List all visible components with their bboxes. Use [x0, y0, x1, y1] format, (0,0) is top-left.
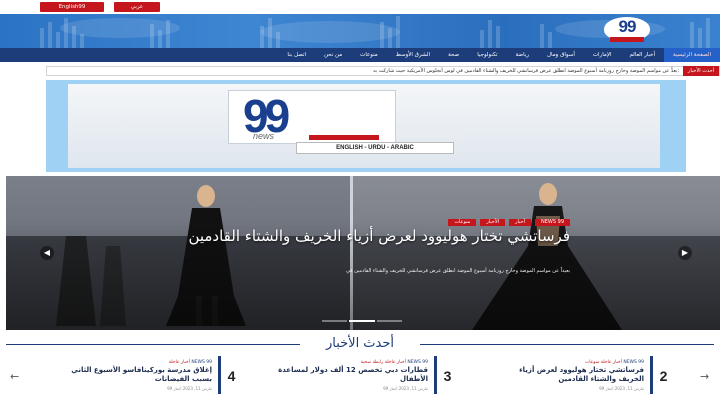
section-title: أحدث الأخبار	[300, 334, 420, 354]
nav-item-markets[interactable]: أسواق ومال	[538, 48, 584, 62]
hero-category-badge[interactable]: منوعات	[448, 219, 477, 226]
ticker-text[interactable]: يعدُّ عن مواسم الموضة وحارج روزنامة أسبو…	[373, 67, 679, 75]
news-card-number: 2	[650, 356, 674, 394]
ticker-label: أحدث الأخبار	[683, 66, 719, 76]
news-card-number: 4	[218, 356, 242, 394]
nav-item-emirates[interactable]: الإمارات	[584, 48, 621, 62]
hero-overlay	[6, 176, 720, 330]
nav-item-home[interactable]: الصفحة الرئيسية	[664, 48, 720, 62]
news-card-number: 3	[434, 356, 458, 394]
site-logo[interactable]: 99	[604, 17, 650, 45]
carousel-prev-icon[interactable]: ←	[10, 370, 19, 383]
nav-item-world-news[interactable]: أخبار العالم	[621, 48, 665, 62]
ad-logo-card: 99 news	[228, 90, 396, 144]
hero-category-badge[interactable]: الأخبار	[480, 219, 506, 226]
nav-item-sports[interactable]: رياضة	[507, 48, 538, 62]
logo-text: 99	[618, 17, 637, 36]
news-card-date: مارس 11, 2023 أخبار 99	[167, 386, 212, 391]
news-card-source: NEWS 99	[191, 360, 212, 365]
news-card-categories: أخبار عاجلة	[168, 360, 190, 365]
hero-category-badge[interactable]: أخبار	[509, 219, 532, 226]
news-ticker: أحدث الأخبار يعدُّ عن مواسم الموضة وحارج…	[46, 66, 720, 76]
news-card-date: مارس 11, 2023 أخبار 99	[599, 386, 644, 391]
news-card-source: NEWS 99	[407, 360, 428, 365]
news-card-categories: أخبار عاجلة منوعات	[584, 360, 622, 365]
ad-panel: 99 news ENGLISH - URDU - ARABIC	[68, 84, 660, 168]
hero-title[interactable]: فرساتشي تختار هوليوود لعرض أزياء الخريف …	[170, 228, 570, 245]
ad-logo-sub: news	[253, 131, 275, 141]
news-card-categories: أخبار عاجلة رابطة صحية	[360, 360, 406, 365]
ad-languages: ENGLISH - URDU - ARABIC	[296, 142, 454, 154]
hero-category-badge[interactable]: NEWS 99	[535, 219, 570, 226]
nav-item-health[interactable]: صحة	[439, 48, 468, 62]
news-card-title[interactable]: قطارات دبي تخصص 12 ألف دولار لمساعدة الأ…	[278, 366, 428, 384]
top-strip: English99 عربي	[0, 0, 720, 14]
ad-banner[interactable]: 99 news ENGLISH - URDU - ARABIC	[46, 80, 686, 172]
hero-slider[interactable]: NEWS 99 أخبار الأخبار منوعات فرساتشي تخت…	[6, 176, 720, 330]
main-nav: الصفحة الرئيسية أخبار العالم الإمارات أس…	[0, 48, 720, 62]
english-site-button[interactable]: English99	[40, 2, 104, 12]
slider-dot[interactable]	[322, 320, 348, 322]
latest-news-header: أحدث الأخبار	[0, 334, 720, 354]
news-card-date: مارس 11, 2023 أخبار 99	[383, 386, 428, 391]
nav-item-misc[interactable]: منوعات	[351, 48, 387, 62]
header-banner: 99	[0, 14, 720, 48]
news-card-meta: NEWS 99 أخبار عاجلة رابطة صحية	[361, 360, 428, 365]
hero-categories: NEWS 99 أخبار الأخبار منوعات	[448, 219, 570, 226]
slider-next-arrow-icon[interactable]: ▶	[678, 246, 692, 260]
ad-logo-red-bar	[309, 135, 379, 140]
arabic-language-button[interactable]: عربي	[114, 2, 160, 12]
news-card-source: NEWS 99	[623, 360, 644, 365]
news-card-meta: NEWS 99 أخبار عاجلة منوعات	[585, 360, 644, 365]
news-card-meta: NEWS 99 أخبار عاجلة	[169, 360, 212, 365]
slider-dot[interactable]	[376, 320, 402, 322]
news-card[interactable]: 4 NEWS 99 أخبار عاجلة إغلاق مدرسة بوركين…	[30, 356, 242, 394]
carousel-next-icon[interactable]: →	[700, 370, 709, 383]
nav-item-technology[interactable]: تكنولوجيا	[468, 48, 506, 62]
news-card-title[interactable]: إغلاق مدرسة بوركينافاسو الأسبوع الثاني ب…	[62, 366, 212, 384]
nav-item-contact[interactable]: اتصل بنا	[278, 48, 315, 62]
nav-item-middle-east[interactable]: الشرق الأوسط	[387, 48, 439, 62]
hero-excerpt: بعيداً عن مواسم الموضة وخارج روزنامة أسب…	[345, 268, 570, 274]
news-card[interactable]: 2 NEWS 99 أخبار عاجلة منوعات فرساتشي تخت…	[462, 356, 674, 394]
latest-news-carousel: ← → 2 NEWS 99 أخبار عاجلة منوعات فرساتشي…	[0, 356, 720, 400]
news-card-title[interactable]: فرساتشي تختار هوليوود لعرض أزياء الخريف …	[494, 366, 644, 384]
slider-dot-active[interactable]	[349, 320, 375, 322]
slider-dots	[322, 320, 402, 323]
news-card[interactable]: 3 NEWS 99 أخبار عاجلة رابطة صحية قطارات …	[246, 356, 458, 394]
logo-red-tag	[610, 37, 644, 42]
slider-prev-arrow-icon[interactable]: ◀	[40, 246, 54, 260]
nav-item-about[interactable]: من نحن	[315, 48, 351, 62]
